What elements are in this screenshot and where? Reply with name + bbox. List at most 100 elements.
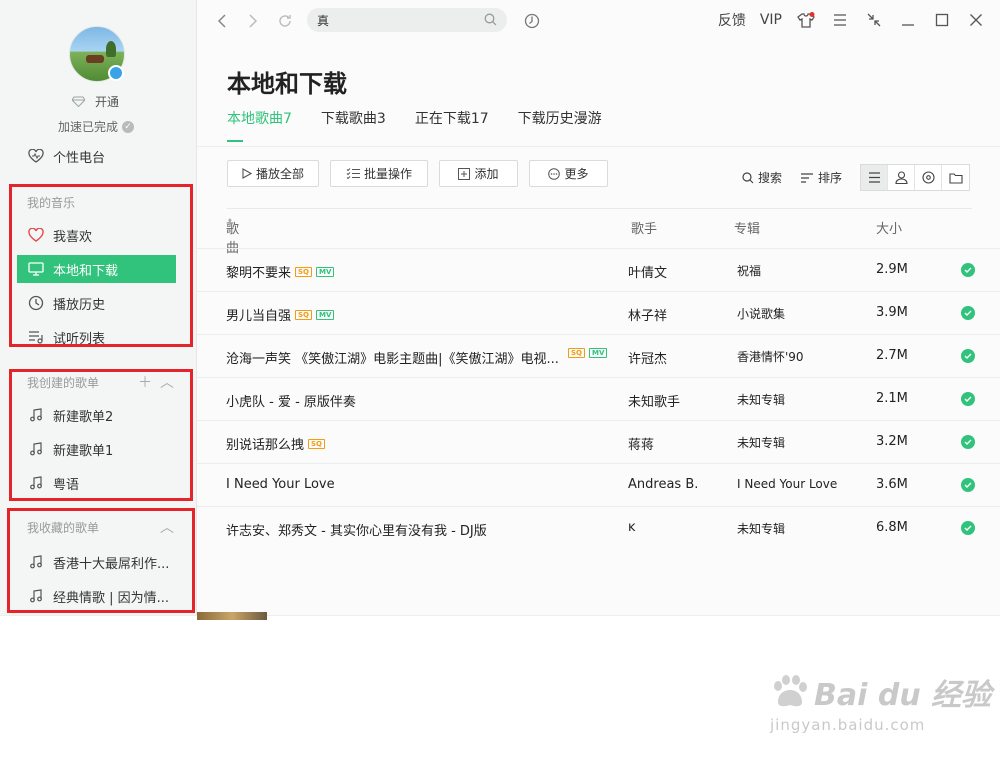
album-cell[interactable]: 香港情怀'90 [737,348,867,365]
table-row[interactable]: 别说话那么拽 SQ 蒋蒋 未知专辑 3.2M [197,420,1000,463]
collected-playlists-tools: ︿ [160,517,174,537]
singer-cell[interactable]: Andreas B. [628,477,723,492]
tab-downloaded-songs[interactable]: 下载歌曲3 [321,108,386,138]
table-row[interactable]: 沧海一声笑 《笑傲江湖》电影主题曲|《笑傲江湖》电视... SQ MV 许冠杰 … [197,334,1000,377]
tab-download-history[interactable]: 下载历史漫游 [518,108,602,138]
forward-arrow-icon[interactable] [243,11,263,31]
downloaded-check-icon [961,478,975,492]
table-row[interactable]: 男儿当自强 SQ MV 林子祥 小说歌集 3.9M [197,291,1000,334]
album-cell[interactable]: 未知专辑 [737,520,867,537]
minimize-icon[interactable] [898,10,918,30]
table-row[interactable]: 许志安、郑秀文 - 其实你心里有没有我 - DJ版 ĸ 未知专辑 6.8M [197,506,1000,549]
more-button[interactable]: 更多 [529,160,608,187]
maximize-icon[interactable] [932,10,952,30]
search-icon [742,171,754,183]
song-badges: SQ MV [568,348,608,358]
downloaded-check-icon [961,306,975,320]
sidebar-item-playlist[interactable]: 新建歌单2 [17,401,176,429]
singer-view-icon[interactable] [888,165,915,190]
album-cell[interactable]: 未知专辑 [737,434,867,451]
music-note-icon [27,587,45,605]
back-arrow-icon[interactable] [212,11,232,31]
song-cell: 许志安、郑秀文 - 其实你心里有没有我 - DJ版 [226,520,616,539]
song-cell: 小虎队 - 爱 - 原版伴奏 [226,391,616,410]
singer-cell[interactable]: 林子祥 [628,305,723,324]
sidebar-item-radio[interactable]: 个性电台 [17,142,176,170]
album-cell[interactable]: 小说歌集 [737,305,867,322]
batch-list-icon [346,168,360,179]
sidebar-item-collected-playlist[interactable]: 经典情歌 | 因为情... [17,582,176,610]
album-cell[interactable]: I Need Your Love [737,477,867,491]
sq-badge: SQ [568,348,585,358]
speed-status: 加速已完成 ✓ [58,118,135,135]
top-bar: 反馈 VIP [197,0,1000,42]
tab-local-songs[interactable]: 本地歌曲7 [227,108,292,142]
album-view-icon[interactable] [915,165,942,190]
list-top-divider [227,208,972,209]
table-row[interactable]: I Need Your Love Andreas B. I Need Your … [197,463,1000,506]
sidebar-item-history[interactable]: 播放历史 [17,289,176,317]
menu-icon[interactable] [830,10,850,30]
add-playlist-icon[interactable]: ＋ [138,372,152,392]
play-icon [242,168,252,179]
watermark-main: Bai du 经验 [770,670,991,714]
speed-label: 加速已完成 [58,120,119,134]
recognize-icon[interactable] [522,11,542,31]
mv-badge[interactable]: MV [316,266,335,277]
play-all-label: 播放全部 [255,167,304,181]
tab-bar: 本地歌曲7 下载歌曲3 正在下载17 下载历史漫游 [227,108,602,142]
singer-cell[interactable]: 蒋蒋 [628,434,723,453]
header-album[interactable]: 专辑 [734,218,760,237]
feedback-link[interactable]: 反馈 [718,10,746,30]
music-note-icon [27,553,45,571]
refresh-icon[interactable] [275,11,295,31]
sidebar-item-label: 粤语 [53,477,80,493]
header-singer[interactable]: 歌手 [631,218,657,237]
album-cell[interactable]: 祝福 [737,262,867,279]
check-circle-icon: ✓ [122,120,135,133]
sidebar-item-label: 新建歌单2 [53,409,114,425]
sidebar-item-playlist[interactable]: 新建歌单1 [17,435,176,463]
sort-toggle-icon: ⬍ [226,218,234,228]
chevron-up-icon[interactable]: ︿ [160,372,174,392]
list-view-icon[interactable] [861,165,888,190]
music-note-icon [27,440,45,458]
header-size[interactable]: 大小 [876,218,902,237]
vip-link[interactable]: VIP [760,12,782,28]
downloaded-check-icon [961,349,975,363]
folder-view-icon[interactable] [942,165,969,190]
batch-operation-button[interactable]: 批量操作 [330,160,428,187]
singer-cell[interactable]: 叶倩文 [628,262,723,281]
sidebar-item-favorites[interactable]: 我喜欢 [17,221,176,249]
close-icon[interactable] [966,10,986,30]
sidebar-item-label: 经典情歌 | 因为情... [53,590,170,606]
sort-button[interactable]: 排序 [800,169,842,186]
heart-radio-icon [27,147,45,165]
skin-shirt-icon[interactable] [796,10,816,30]
sidebar-item-trial-list[interactable]: 试听列表 [17,323,176,351]
search-input[interactable] [317,13,477,27]
play-all-button[interactable]: 播放全部 [227,160,319,187]
tab-downloading[interactable]: 正在下载17 [415,108,489,138]
album-cell[interactable]: 未知专辑 [737,391,867,408]
search-icon[interactable] [484,13,497,26]
music-note-icon [27,474,45,492]
mv-badge[interactable]: MV [316,309,335,320]
singer-cell[interactable]: ĸ [628,520,723,535]
sidebar-item-collected-playlist[interactable]: 香港十大最屌利作... [17,548,176,576]
mv-badge[interactable]: MV [589,348,608,358]
vip-open-link[interactable]: 开通 [72,93,119,110]
add-label: 添加 [474,167,499,181]
add-button[interactable]: 添加 [439,160,518,187]
search-box[interactable] [307,8,507,32]
chevron-up-icon[interactable]: ︿ [160,517,174,537]
monitor-icon [27,260,45,278]
table-row[interactable]: 黎明不要来 SQ MV 叶倩文 祝福 2.9M [197,248,1000,291]
local-search-button[interactable]: 搜索 [742,169,782,186]
singer-cell[interactable]: 未知歌手 [628,391,723,410]
sidebar-item-local-download[interactable]: 本地和下载 [17,255,176,283]
sidebar-item-playlist[interactable]: 粤语 [17,469,176,497]
table-row[interactable]: 小虎队 - 爱 - 原版伴奏 未知歌手 未知专辑 2.1M [197,377,1000,420]
mini-mode-icon[interactable] [864,10,884,30]
singer-cell[interactable]: 许冠杰 [628,348,723,367]
